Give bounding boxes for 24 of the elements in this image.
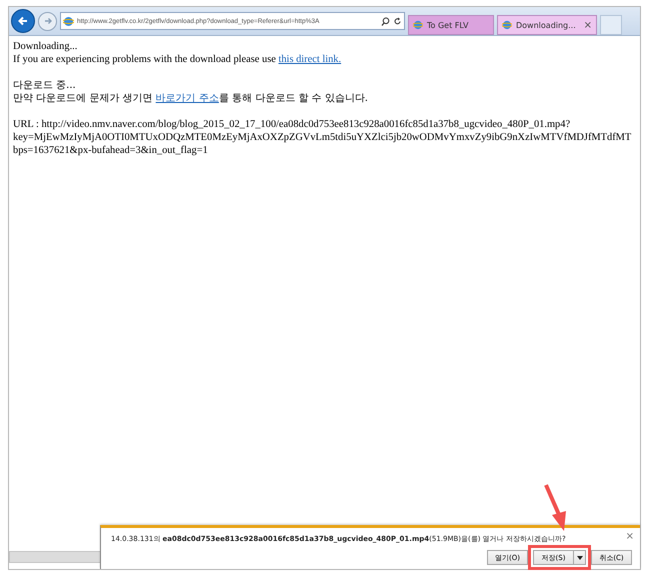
page-text: If you are experiencing problems with the download please use this direct link. [13,53,342,66]
globe-icon [502,20,512,30]
dropdown-button[interactable] [574,550,586,565]
caret-icon [576,556,582,560]
browser-tab[interactable]: To Get FLV [408,15,494,35]
search-icon[interactable] [381,16,390,26]
page-text: bps=1637621&px-bufahead=3&in_out_flag=1 [13,144,209,157]
browser-tab[interactable]: Downloading... × [497,15,597,35]
back-button[interactable] [11,9,35,33]
page-text: key=MjEwMzIyMjA0OTI0MTUxODQzMTE0MzEyMjAxOXZpZGVvLm5tdi5uYXZlci5jb20wODMvYmxvZy9ibG9nXzIwMTVfMDJfMTdfMT [13,131,632,144]
page-text: URL : http://video.nmv.naver.com/blog/blog_2015_02_17_100/ea08dc0d753ee813c928a0016fc85d1a37b8_ugcvideo_480P_01.mp4? [13,118,572,131]
horizontal-scrollbar[interactable] [9,551,101,563]
page-text: 다운로드 중... [13,79,77,92]
close-button[interactable]: × [626,531,634,542]
download-link[interactable]: this direct link. [278,54,342,65]
refresh-icon[interactable] [393,16,402,26]
close-tab-button[interactable]: × [584,20,592,30]
arrow-left-icon [17,15,29,27]
arrow-right-icon [42,16,52,26]
page-text: Downloading... [13,40,78,53]
download-link[interactable]: 바로가기 주소 [156,93,219,104]
globe-icon [413,20,423,30]
globe-icon [63,16,74,26]
page-text: 만약 다운로드에 문제가 생기면 바로가기 주소를 통해 다운로드 할 수 있습니다. [13,92,369,105]
